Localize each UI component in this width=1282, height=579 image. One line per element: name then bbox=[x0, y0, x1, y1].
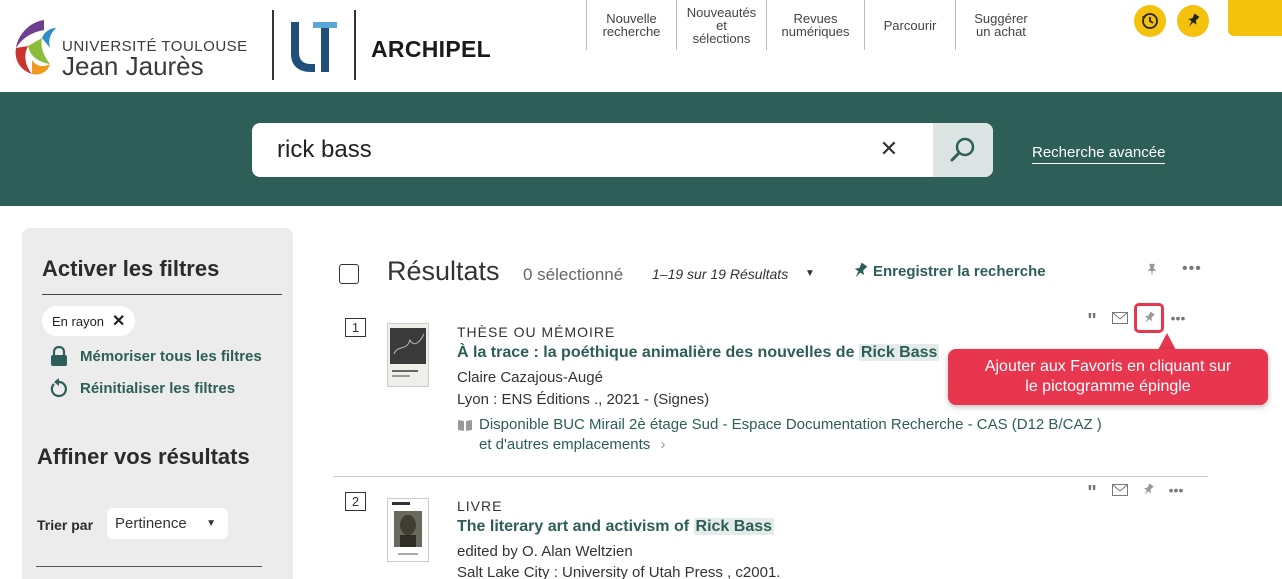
tooltip-arrow bbox=[1158, 333, 1176, 350]
reset-filters-button[interactable]: Réinitialiser les filtres bbox=[50, 378, 235, 398]
favorites-tooltip: Ajouter aux Favoris en cliquant sur le p… bbox=[948, 349, 1268, 405]
chevron-right-icon: › bbox=[660, 436, 666, 453]
quote-icon[interactable]: " bbox=[1078, 478, 1106, 504]
pin-icon bbox=[1147, 263, 1157, 277]
divider bbox=[36, 566, 262, 567]
result-number: 1 bbox=[345, 318, 366, 337]
result-author: Claire Cazajous-Augé bbox=[457, 369, 603, 386]
close-icon[interactable]: ✕ bbox=[877, 137, 901, 161]
pin-icon bbox=[1144, 311, 1155, 324]
header-separator bbox=[354, 10, 356, 80]
chip-label: En rayon bbox=[52, 313, 105, 329]
active-filter-chip[interactable]: En rayon ✕ bbox=[42, 306, 136, 336]
result-author: edited by O. Alan Weltzien bbox=[457, 543, 633, 560]
result-type: THÈSE OU MÉMOIRE bbox=[457, 324, 616, 340]
refine-title: Affiner vos résultats bbox=[37, 444, 250, 469]
search-box: ✕ bbox=[252, 123, 993, 177]
divider bbox=[42, 294, 282, 295]
more-options-icon[interactable]: ••• bbox=[1164, 306, 1192, 330]
save-filters-button[interactable]: Mémoriser tous les filtres bbox=[50, 346, 262, 366]
select-all-checkbox[interactable] bbox=[339, 264, 359, 284]
cover-image bbox=[388, 499, 428, 561]
pin-icon bbox=[854, 262, 868, 278]
book-cover[interactable] bbox=[387, 498, 429, 562]
university-logo[interactable]: UNIVERSITÉ TOULOUSE Jean Jaurès bbox=[10, 14, 265, 84]
book-cover[interactable] bbox=[387, 323, 429, 387]
result-title[interactable]: The literary art and activism of Rick Ba… bbox=[457, 518, 775, 536]
cover-image bbox=[388, 324, 428, 386]
filters-sidebar: Activer les filtres En rayon ✕ Mémoriser… bbox=[22, 228, 293, 579]
pin-all-button[interactable] bbox=[1145, 262, 1159, 283]
search-input[interactable] bbox=[252, 123, 932, 177]
search-button[interactable] bbox=[933, 123, 993, 177]
favorites-button[interactable] bbox=[1177, 5, 1209, 37]
reset-icon bbox=[50, 378, 67, 398]
account-button[interactable] bbox=[1228, 0, 1282, 36]
quote-icon[interactable]: " bbox=[1078, 306, 1106, 332]
chevron-down-icon[interactable]: ▼ bbox=[805, 268, 815, 279]
result-tools: " ••• bbox=[1078, 303, 1192, 333]
nav-new-arrivals[interactable]: Nouveautés et sélections bbox=[676, 0, 766, 50]
pin-icon bbox=[1143, 483, 1154, 496]
search-band: ✕ Recherche avancée bbox=[0, 92, 1282, 206]
save-filters-label: Mémoriser tous les filtres bbox=[80, 347, 262, 365]
nav-browse[interactable]: Parcourir bbox=[864, 0, 955, 50]
nav-suggest-purchase[interactable]: Suggérer un achat bbox=[955, 0, 1046, 50]
sort-select[interactable]: Pertinence ▼ bbox=[107, 508, 228, 539]
more-options-icon[interactable]: ••• bbox=[1182, 260, 1202, 278]
results-title: Résultats bbox=[387, 256, 500, 286]
selected-count: 0 sélectionné bbox=[523, 265, 624, 284]
header: UNIVERSITÉ TOULOUSE Jean Jaurès ARCHIPEL… bbox=[0, 0, 1282, 92]
save-search-button[interactable]: Enregistrer la recherche bbox=[851, 262, 1046, 280]
history-button[interactable] bbox=[1134, 5, 1166, 37]
nav-digital-journals[interactable]: Revues numériques bbox=[766, 0, 864, 50]
pin-icon bbox=[1188, 13, 1200, 27]
advanced-search-link[interactable]: Recherche avancée bbox=[1032, 144, 1166, 164]
nav-new-search[interactable]: Nouvelle recherche bbox=[586, 0, 676, 50]
availability-link[interactable]: Disponible BUC Mirail 2è étage Sud - Esp… bbox=[457, 416, 1102, 433]
filters-title: Activer les filtres bbox=[42, 256, 220, 281]
more-locations-link[interactable]: et d'autres emplacements › bbox=[479, 436, 665, 453]
reset-filters-label: Réinitialiser les filtres bbox=[80, 379, 236, 397]
header-separator bbox=[272, 10, 274, 80]
results-range[interactable]: 1–19 sur 19 Résultats bbox=[652, 266, 788, 282]
result-publisher: Lyon : ENS Éditions ., 2021 - (Signes) bbox=[457, 391, 710, 408]
tooltip-line2: le pictogramme épingle bbox=[1025, 378, 1191, 395]
book-icon bbox=[458, 419, 472, 431]
history-icon bbox=[1142, 13, 1158, 29]
sort-label: Trier par bbox=[37, 517, 94, 533]
result-title[interactable]: À la trace : la poéthique animalière des… bbox=[457, 344, 940, 362]
pin-favorite-button[interactable] bbox=[1134, 303, 1164, 333]
result-type: LIVRE bbox=[457, 498, 503, 514]
search-icon bbox=[950, 137, 975, 162]
save-search-label: Enregistrer la recherche bbox=[873, 262, 1046, 280]
logo-text-line2: Jean Jaurès bbox=[62, 51, 204, 81]
more-options-icon[interactable]: ••• bbox=[1162, 478, 1190, 502]
pin-favorite-button[interactable] bbox=[1134, 478, 1162, 502]
brand-title: ARCHIPEL bbox=[371, 36, 491, 62]
result-number: 2 bbox=[345, 492, 366, 511]
lock-icon bbox=[51, 346, 67, 366]
result-divider bbox=[333, 476, 1208, 477]
ut-logo[interactable] bbox=[285, 16, 341, 76]
result-publisher: Salt Lake City : University of Utah Pres… bbox=[457, 564, 781, 579]
tooltip-line1: Ajouter aux Favoris en cliquant sur bbox=[984, 358, 1232, 375]
email-icon[interactable] bbox=[1106, 478, 1134, 502]
chevron-down-icon: ▼ bbox=[206, 518, 216, 529]
availability-text: Disponible BUC Mirail 2è étage Sud - Esp… bbox=[479, 416, 1102, 433]
close-icon[interactable]: ✕ bbox=[112, 311, 125, 331]
email-icon[interactable] bbox=[1106, 306, 1134, 330]
result-tools: " ••• bbox=[1078, 478, 1190, 504]
sort-value: Pertinence bbox=[115, 515, 187, 532]
main-nav: Nouvelle recherche Nouveautés et sélecti… bbox=[586, 0, 1046, 50]
